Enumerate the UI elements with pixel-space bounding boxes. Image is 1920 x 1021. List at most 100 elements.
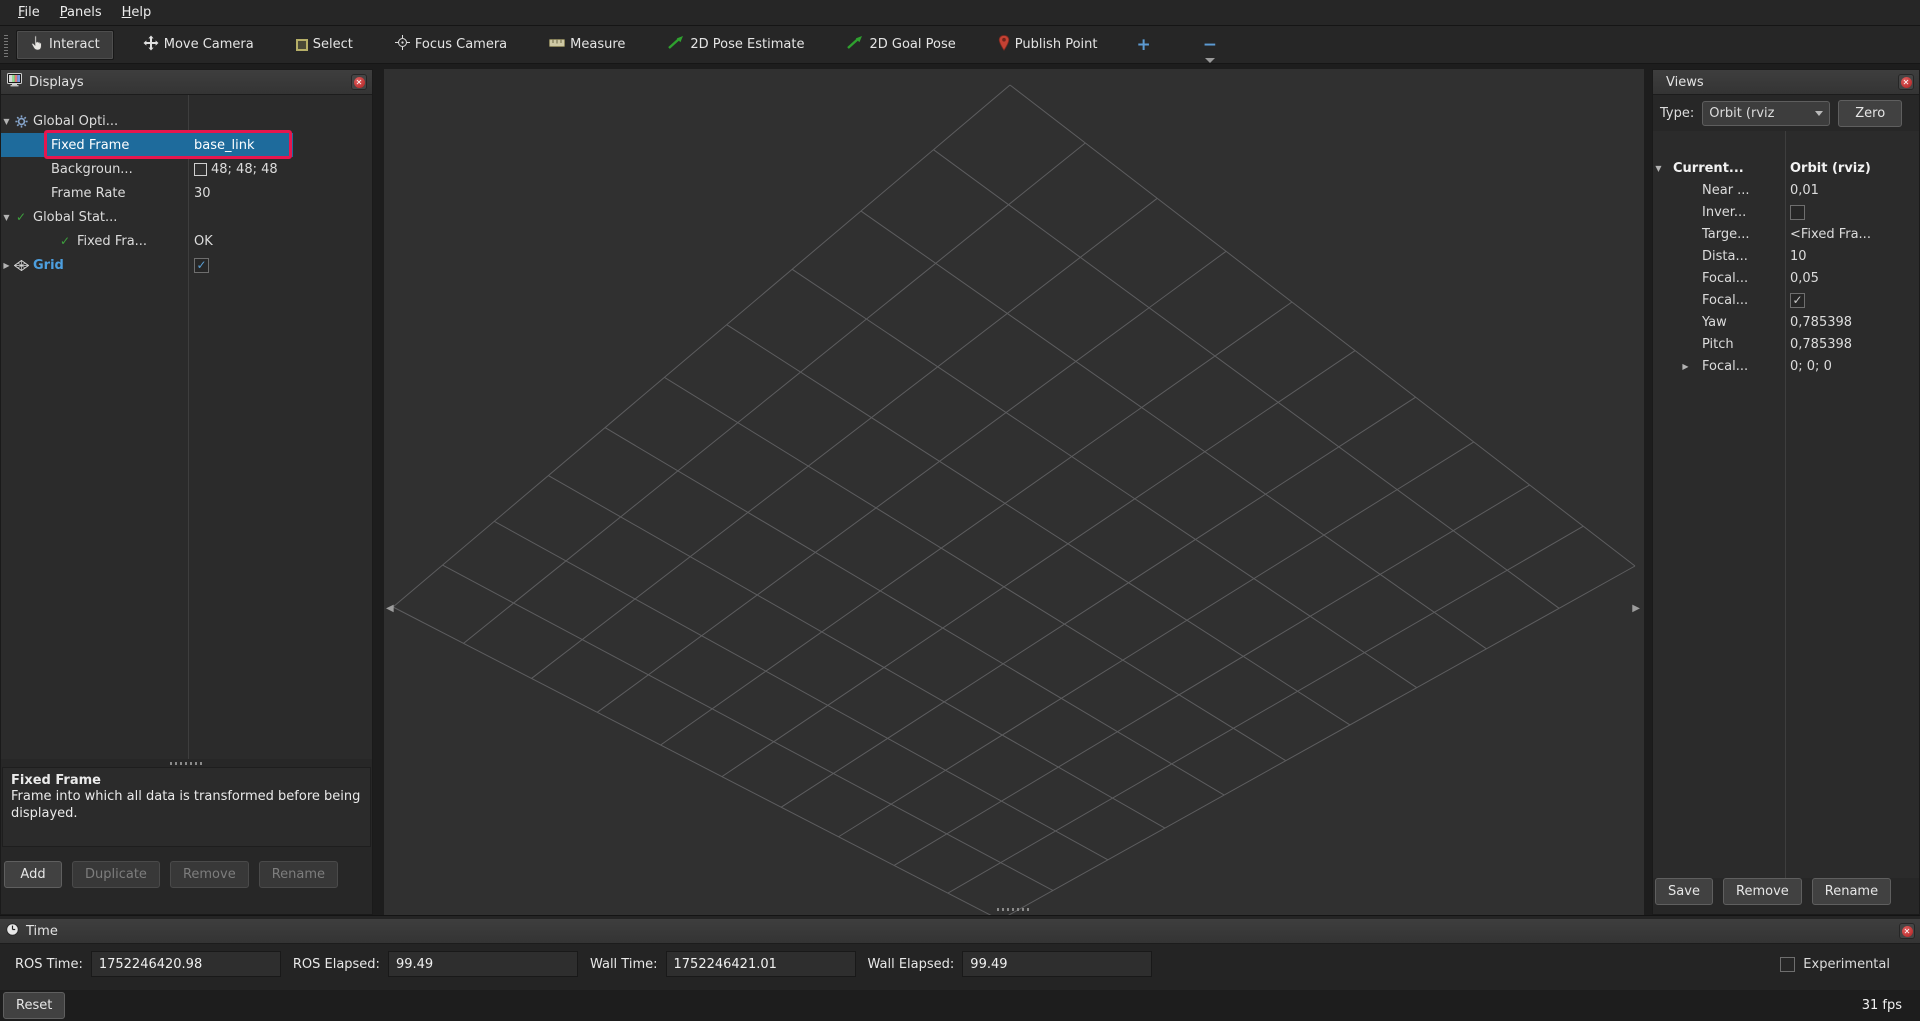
color-swatch[interactable] (194, 163, 207, 176)
time-panel: Time ✕ ROS Time: 1752246420.98 ROS Elaps… (0, 915, 1920, 990)
row-distance[interactable]: Dista... 10 (1653, 245, 1919, 267)
chevron-down-icon[interactable]: ▼ (1, 213, 12, 222)
remove-tool-button[interactable]: − (1177, 35, 1243, 55)
chevron-down-icon[interactable]: ▼ (1, 117, 12, 126)
invert-z-checkbox[interactable] (1790, 205, 1805, 220)
row-fixed-frame-status[interactable]: ✓ Fixed Fra... OK (1, 229, 372, 253)
row-invert-z[interactable]: Inver... (1653, 201, 1919, 223)
splitter-handle[interactable] (997, 908, 1031, 911)
zero-button[interactable]: Zero (1838, 100, 1902, 127)
remove-view-button[interactable]: Remove (1723, 878, 1802, 905)
save-button[interactable]: Save (1655, 878, 1713, 905)
row-focal-shape-size[interactable]: Focal... 0,05 (1653, 267, 1919, 289)
tool-move-camera[interactable]: Move Camera (130, 30, 267, 60)
chevron-right-icon[interactable]: ▶ (1680, 362, 1691, 371)
views-panel-header[interactable]: Views ✕ (1653, 70, 1919, 95)
toolbar-drag-handle[interactable] (4, 33, 8, 57)
green-arrow-icon (846, 35, 864, 54)
reset-button[interactable]: Reset (3, 992, 65, 1019)
close-icon: ✕ (354, 77, 365, 88)
property-help-box: Fixed Frame Frame into which all data is… (2, 767, 371, 847)
wall-time-label: Wall Time: (590, 957, 658, 972)
move-arrows-icon (143, 35, 159, 55)
tool-select[interactable]: Select (283, 30, 366, 60)
row-pitch[interactable]: Pitch 0,785398 (1653, 333, 1919, 355)
rename-view-button[interactable]: Rename (1812, 878, 1891, 905)
rename-button: Rename (259, 861, 338, 888)
tool-measure[interactable]: Measure (536, 30, 638, 60)
ruler-icon (549, 37, 565, 52)
menu-help[interactable]: Help (112, 2, 162, 23)
grid-enabled-checkbox[interactable]: ✓ (194, 258, 209, 273)
clock-icon (6, 923, 19, 940)
row-fixed-frame[interactable]: Fixed Frame base_link (1, 133, 372, 157)
tool-bar: Interact Move Camera Select Focus Camera… (0, 26, 1920, 64)
check-icon: ✓ (56, 234, 74, 248)
ros-elapsed-field[interactable]: 99.49 (388, 951, 578, 977)
chevron-down-icon (1815, 111, 1823, 116)
displays-panel-header[interactable]: Displays ✕ (1, 70, 372, 95)
row-background-color[interactable]: Backgroun... 48; 48; 48 (1, 157, 372, 181)
row-target-frame[interactable]: Targe... <Fixed Fra... (1653, 223, 1919, 245)
fixed-frame-value[interactable]: base_link (194, 138, 254, 153)
add-button[interactable]: Add (4, 861, 62, 888)
close-icon: ✕ (1902, 926, 1913, 937)
wall-elapsed-label: Wall Elapsed: (868, 957, 955, 972)
time-panel-header[interactable]: Time ✕ (0, 919, 1920, 944)
map-pin-icon (998, 35, 1010, 55)
experimental-checkbox[interactable] (1780, 957, 1795, 972)
menu-panels[interactable]: Panels (50, 2, 112, 23)
splitter-handle[interactable] (170, 762, 204, 765)
time-panel-title: Time (26, 924, 58, 939)
views-panel: Views ✕ Type: Orbit (rviz Zero ▼ Current… (1652, 69, 1920, 915)
ros-time-field[interactable]: 1752246420.98 (91, 951, 281, 977)
chevron-down-icon[interactable] (1205, 58, 1215, 63)
help-title: Fixed Frame (11, 773, 362, 789)
row-yaw[interactable]: Yaw 0,785398 (1653, 311, 1919, 333)
view-type-row: Type: Orbit (rviz Zero (1653, 95, 1919, 131)
views-buttons: Save Remove Rename (1653, 878, 1919, 914)
close-icon: ✕ (1901, 77, 1912, 88)
row-global-status[interactable]: ▼ ✓ Global Stat... (1, 205, 372, 229)
row-near-clip[interactable]: Near ... 0,01 (1653, 179, 1919, 201)
crosshair-icon (395, 35, 410, 54)
time-fields-row: ROS Time: 1752246420.98 ROS Elapsed: 99.… (0, 944, 1920, 984)
menu-file[interactable]: File (8, 2, 50, 23)
tool-focus-camera[interactable]: Focus Camera (382, 30, 520, 60)
wall-time-field[interactable]: 1752246421.01 (666, 951, 856, 977)
render-viewport[interactable]: ◀ ▶ (384, 69, 1644, 915)
row-grid[interactable]: ▶ Grid ✓ (1, 253, 372, 277)
fps-counter: 31 fps (1862, 998, 1902, 1013)
chevron-down-icon[interactable]: ▼ (1653, 164, 1664, 173)
wall-elapsed-field[interactable]: 99.49 (962, 951, 1152, 977)
check-icon: ✓ (1792, 293, 1802, 307)
gear-icon (12, 115, 30, 128)
close-views-button[interactable]: ✕ (1898, 74, 1914, 90)
close-time-button[interactable]: ✕ (1899, 923, 1915, 939)
views-panel-title: Views (1666, 75, 1704, 90)
status-bar: Reset 31 fps (0, 990, 1920, 1021)
row-frame-rate[interactable]: Frame Rate 30 (1, 181, 372, 205)
menu-bar: File Panels Help (0, 0, 1920, 26)
chevron-right-icon[interactable]: ▶ (1, 261, 12, 270)
scroll-right-icon[interactable]: ▶ (1632, 603, 1640, 614)
row-focal-shape-fixed[interactable]: Focal... ✓ (1653, 289, 1919, 311)
scroll-left-icon[interactable]: ◀ (386, 603, 394, 614)
view-type-dropdown[interactable]: Orbit (rviz (1702, 101, 1830, 126)
row-current-view[interactable]: ▼ Current... Orbit (rviz) (1653, 157, 1919, 179)
tool-interact[interactable]: Interact (16, 30, 114, 60)
row-global-options[interactable]: ▼ Global Opti... (1, 109, 372, 133)
add-tool-button[interactable]: + (1110, 35, 1176, 55)
row-focal-point[interactable]: ▶ Focal... 0; 0; 0 (1653, 355, 1919, 377)
displays-buttons: Add Duplicate Remove Rename (1, 847, 372, 888)
green-arrow-icon (667, 35, 685, 54)
close-displays-button[interactable]: ✕ (351, 74, 367, 90)
tool-2d-goal-pose[interactable]: 2D Goal Pose (833, 30, 968, 60)
tool-2d-pose-estimate[interactable]: 2D Pose Estimate (654, 30, 817, 60)
focal-shape-fixed-checkbox[interactable]: ✓ (1790, 293, 1805, 308)
tool-publish-point[interactable]: Publish Point (985, 30, 1111, 60)
experimental-label: Experimental (1803, 957, 1890, 972)
type-label: Type: (1660, 106, 1694, 121)
remove-button: Remove (170, 861, 249, 888)
hand-pointer-icon (30, 35, 44, 55)
